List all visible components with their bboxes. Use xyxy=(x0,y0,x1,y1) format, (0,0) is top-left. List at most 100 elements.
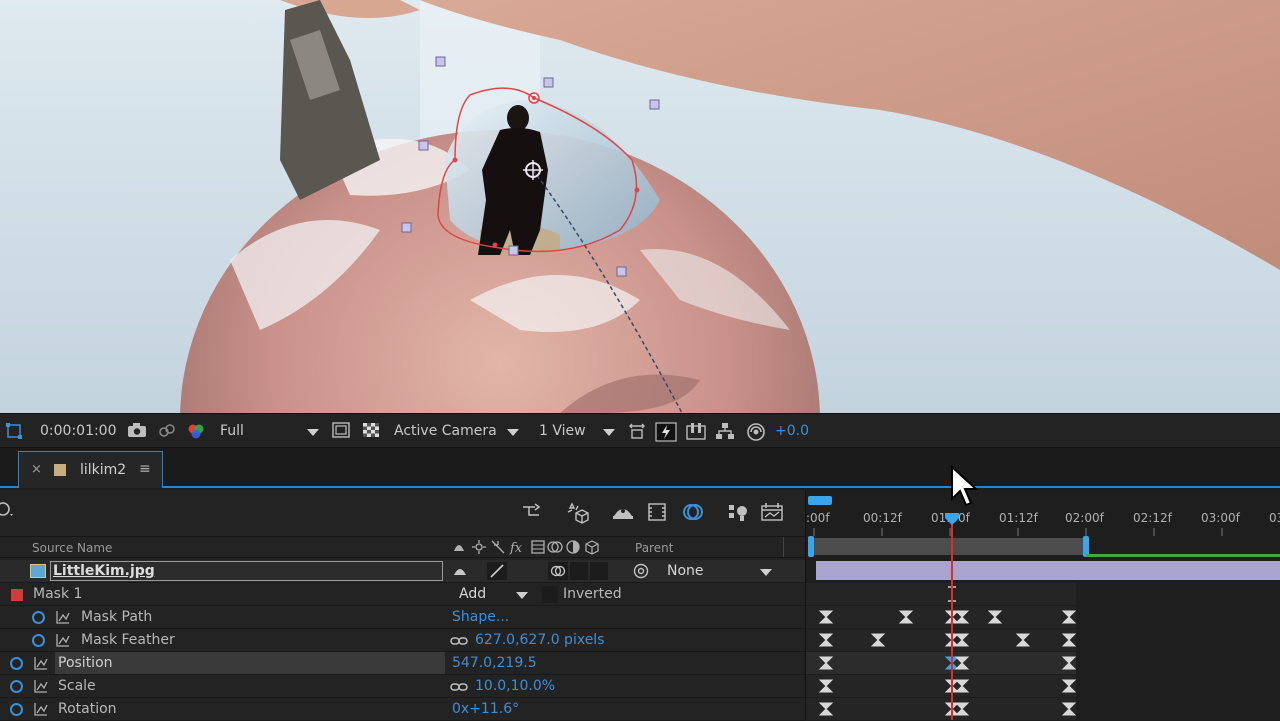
property-value[interactable]: 627.0,627.0 pixels xyxy=(475,632,605,648)
graph-icon[interactable] xyxy=(56,610,70,624)
flowchart-icon[interactable] xyxy=(715,422,735,440)
toggle-pixel-aspect-icon[interactable] xyxy=(627,422,647,440)
inverted-label: Inverted xyxy=(563,586,622,602)
channel-rgb-icon[interactable] xyxy=(186,422,206,440)
panel-menu-icon[interactable]: ≡ xyxy=(139,461,151,477)
mask-mode-dropdown[interactable]: Add xyxy=(459,586,486,602)
property-name: Rotation xyxy=(58,701,117,717)
stopwatch-icon[interactable] xyxy=(10,680,23,693)
time-graph-pane[interactable]: :00f 00:12f 01:00f 01:12f 02:00f 02:12f … xyxy=(805,490,1280,720)
work-area-bar[interactable] xyxy=(806,536,1280,558)
timeline-icon[interactable] xyxy=(686,422,706,440)
tab-label: lilkim2 xyxy=(80,462,127,478)
composition-viewer[interactable] xyxy=(0,0,1280,413)
comp-color-swatch xyxy=(54,464,66,476)
property-name: Position xyxy=(58,655,113,671)
column-divider xyxy=(783,537,784,557)
exposure-value[interactable]: +0.0 xyxy=(775,423,809,439)
quality-switch-icon[interactable] xyxy=(487,562,507,580)
tab-lilkim2[interactable]: × lilkim2 ≡ xyxy=(18,451,163,488)
property-row-mask-feather[interactable]: Mask Feather 627.0,627.0 pixels xyxy=(0,629,805,652)
region-of-interest-icon[interactable] xyxy=(4,422,24,440)
current-timecode[interactable]: 0:00:01:00 xyxy=(40,423,117,439)
frame-blending-icon[interactable] xyxy=(646,502,668,522)
camera-chevron-down-icon[interactable] xyxy=(507,429,519,436)
3d-layer-switch[interactable] xyxy=(590,562,608,580)
close-icon[interactable]: × xyxy=(31,462,42,477)
property-value[interactable]: 0x+11.6° xyxy=(452,701,519,717)
hide-shy-layers-icon[interactable] xyxy=(611,502,633,522)
constrain-proportions-icon[interactable] xyxy=(450,635,468,647)
adjustment-layer-switch[interactable] xyxy=(570,562,588,580)
keyframe xyxy=(1062,702,1076,716)
render-cache-bar xyxy=(1086,554,1280,557)
motion-blur-icon[interactable] xyxy=(681,502,703,522)
view-layout-dropdown[interactable]: 1 View xyxy=(539,423,586,439)
keyframe xyxy=(988,610,1002,624)
resolution-dropdown[interactable]: Full xyxy=(220,423,244,439)
source-name-column-header[interactable]: Source Name xyxy=(32,541,112,555)
stopwatch-icon[interactable] xyxy=(32,611,45,624)
graph-icon[interactable] xyxy=(34,702,48,716)
shy-switch-icon[interactable] xyxy=(452,563,468,583)
switches-column-icons[interactable]: fx xyxy=(452,539,612,558)
mask-name[interactable]: Mask 1 xyxy=(33,586,82,602)
property-row-mask-path[interactable]: Mask Path Shape... xyxy=(0,606,805,629)
motion-blur-switch-icon[interactable] xyxy=(548,562,568,580)
property-value[interactable]: 547.0,219.5 xyxy=(452,655,537,671)
transparency-grid-icon[interactable] xyxy=(361,422,381,440)
time-ruler-tick-label: 01:12f xyxy=(999,511,1038,525)
graph-icon[interactable] xyxy=(34,679,48,693)
property-name: Mask Feather xyxy=(81,632,175,648)
property-value[interactable]: Shape... xyxy=(452,609,509,625)
reset-exposure-icon[interactable] xyxy=(746,422,766,441)
property-row-position[interactable]: Position 547.0,219.5 xyxy=(0,652,805,675)
camera-dropdown[interactable]: Active Camera xyxy=(394,423,497,439)
column-header-row: Source Name fx Parent xyxy=(0,536,805,558)
parent-chevron-down-icon[interactable] xyxy=(760,569,772,576)
parent-dropdown[interactable]: None xyxy=(667,563,704,579)
layer-duration-bar[interactable] xyxy=(816,561,1280,580)
work-area-in-handle[interactable] xyxy=(808,536,814,557)
keyframe-layer[interactable] xyxy=(806,605,1280,720)
layer-row[interactable]: LittleKim.jpg None xyxy=(0,560,805,583)
graph-icon[interactable] xyxy=(34,656,48,670)
mask-mode-chevron-down-icon[interactable] xyxy=(516,592,528,599)
playhead-handle-icon[interactable] xyxy=(944,512,960,526)
keyframe xyxy=(1016,633,1030,647)
graph-icon[interactable] xyxy=(56,633,70,647)
keyframe xyxy=(819,633,833,647)
playhead-line[interactable] xyxy=(951,518,953,720)
stopwatch-icon[interactable] xyxy=(10,657,23,670)
work-area-span[interactable] xyxy=(811,538,1086,555)
keyframe xyxy=(871,633,885,647)
property-row-rotation[interactable]: Rotation 0x+11.6° xyxy=(0,698,805,721)
mask-row[interactable]: Mask 1 Add Inverted xyxy=(0,583,805,606)
fast-previews-icon[interactable] xyxy=(655,422,677,442)
mask-color-swatch[interactable] xyxy=(11,589,23,601)
show-snapshot-icon[interactable] xyxy=(157,422,177,440)
draft-3d-icon[interactable] xyxy=(566,502,589,524)
pick-whip-icon[interactable] xyxy=(633,563,649,583)
work-area-start-handle[interactable] xyxy=(808,496,832,505)
fast-preview-icon[interactable] xyxy=(331,422,351,440)
graph-editor-icon[interactable] xyxy=(760,502,783,522)
keyframe xyxy=(955,610,969,624)
stopwatch-icon[interactable] xyxy=(32,634,45,647)
comp-mini-flowchart-icon[interactable] xyxy=(521,502,543,522)
time-ruler[interactable]: :00f 00:12f 01:00f 01:12f 02:00f 02:12f … xyxy=(806,490,1280,536)
stopwatch-icon[interactable] xyxy=(10,703,23,716)
property-value[interactable]: 10.0,10.0% xyxy=(475,678,555,694)
layer-name-field[interactable]: LittleKim.jpg xyxy=(50,561,443,581)
parent-column-header[interactable]: Parent xyxy=(635,541,673,555)
resolution-chevron-down-icon[interactable] xyxy=(307,429,319,436)
inverted-checkbox[interactable] xyxy=(542,586,558,603)
view-layout-chevron-down-icon[interactable] xyxy=(603,429,615,436)
search-icon[interactable] xyxy=(0,500,18,520)
keyframe xyxy=(955,633,969,647)
viewer-toolbar: 0:00:01:00 Full Active Camera 1 View +0.… xyxy=(0,413,1280,448)
constrain-proportions-icon[interactable] xyxy=(450,681,468,693)
property-row-scale[interactable]: Scale 10.0,10.0% xyxy=(0,675,805,698)
brainstorm-icon[interactable] xyxy=(727,502,749,522)
snapshot-icon[interactable] xyxy=(127,422,147,440)
